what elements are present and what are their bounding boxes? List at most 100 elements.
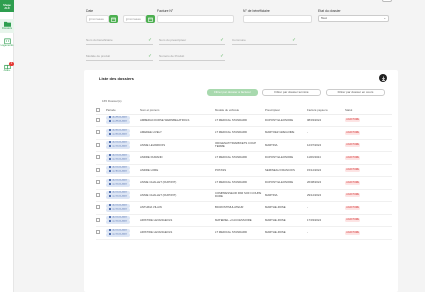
name-cell[interactable]: ARISTIDE LEVANGEOLS [140, 214, 215, 227]
prescripteur-cell: MARTHE-ROSE [265, 214, 307, 227]
name-cell[interactable]: AMEDEE LIVELY [140, 126, 215, 140]
modele-produit-placeholder: Modèle de produit [86, 54, 111, 58]
table-row[interactable]: du 06-01-2024 au 06-02-2024 AMEDEE LIVELY L… [96, 126, 392, 140]
row-checkbox[interactable] [96, 130, 100, 135]
name-cell[interactable]: ANDRE DURAND [140, 151, 215, 165]
table-row[interactable]: du 01-01-2024 au 31-01-2024 ANNIE CHALLET … [96, 176, 392, 190]
period-to-badge: au 31-01-2024 [106, 182, 130, 187]
prescripteur-cell: MARTHE-ROSE [265, 226, 307, 240]
period-to-text: au 31-01-2024 [112, 221, 127, 224]
model-cell: LT MEDICAL STANDARD [215, 151, 265, 165]
nom-beneficiaire-field[interactable]: Nom du bénéficiaire ✓ [86, 36, 153, 45]
row-checkbox[interactable] [96, 155, 100, 160]
prescripteur-cell: MARTINA [265, 139, 307, 152]
period-cell: du 01-01-2024 au 31-01-2024 [106, 176, 140, 190]
row-checkbox[interactable] [96, 180, 100, 185]
name-cell[interactable]: ANDRE LORE [140, 164, 215, 177]
top-action-button[interactable] [382, 0, 392, 2]
prescripteur-cell: DUPONT ELEONORE [265, 176, 307, 190]
row-select-cell [96, 151, 106, 165]
download-button[interactable] [379, 74, 387, 82]
calendar-icon [111, 17, 116, 22]
date-to-calendar-button[interactable] [146, 15, 155, 23]
column-header[interactable]: Statut [345, 107, 392, 115]
status-cell: A FACTURE [345, 226, 392, 240]
check-icon: ✓ [148, 37, 152, 42]
tab-en-cours[interactable]: Filtrer par dossier en cours [326, 89, 385, 96]
etat-select[interactable]: Tout ⌄ [318, 15, 389, 22]
column-header[interactable]: Facturé payée le [307, 107, 345, 115]
period-from-badge: du 01-01-2024 [106, 178, 130, 183]
prescripteur-cell: MARTHE-ROSE [265, 201, 307, 215]
period-from-text: du 01-01-2024 [112, 179, 127, 182]
paid-date-cell: 12/07/2024 [307, 139, 345, 152]
row-select-cell [96, 176, 106, 190]
table-row[interactable]: du 01-01-2024 au 31-01-2024 ANNIE LEVARDOI… [96, 139, 392, 152]
etat-label: Etat du dossier [318, 9, 341, 13]
model-cell: POTASS [215, 164, 265, 177]
period-cell: du 01-01-2024 au 31-01-2024 [106, 214, 140, 227]
table-row[interactable]: du 01-01-2024 au 31-01-2024 ARISTIDE LEVAN… [96, 214, 392, 227]
prescripteur-cell: MARTOEZ GREGOIRE [265, 126, 307, 140]
sidebar-item-logements[interactable]: Logements [0, 38, 14, 50]
dossiers-table: Période Nom et prénom Modèle du véhicule… [96, 107, 392, 240]
nom-prescripteur-placeholder: Nom du prescripteur [159, 38, 187, 42]
period-to-text: au 31-01-2024 [112, 146, 127, 149]
table-row[interactable]: du 01-01-2024 au 31-01-2024 ARISTIDE LEVAN… [96, 226, 392, 240]
app-logo[interactable]: Shape ALD [0, 0, 14, 12]
status-cell: A FACTURE [345, 151, 392, 165]
beneficiaire-number-label: N° de bénéficiaire [243, 9, 270, 13]
date-to-input[interactable]: jj/mm/aaaa [123, 15, 146, 23]
column-header[interactable]: Période [106, 107, 140, 115]
nom-prescripteur-field[interactable]: Nom du prescripteur ✓ [159, 36, 225, 45]
modele-produit-field[interactable]: Modèle de produit ✓ [86, 52, 153, 61]
column-header[interactable]: Nom et prénom [140, 107, 215, 115]
beneficiaire-number-input[interactable] [243, 15, 312, 23]
period-to-badge: au 31-01-2024 [106, 207, 130, 212]
sidebar-item-aide[interactable]: 1 Aide+ [0, 62, 14, 75]
period-cell: du 28-01-2024 au 28-02-2024 [106, 114, 140, 127]
table-row[interactable]: du 01-01-2024 au 31-01-2024 ANDRE DURAND LT… [96, 151, 392, 165]
date-from-input[interactable]: jj/mm/aaaa [86, 15, 109, 23]
numero-produit-field[interactable]: Numéro de Produit ✓ [159, 52, 225, 61]
status-badge: A FACTURE [345, 143, 361, 148]
date-from-calendar-button[interactable] [109, 15, 118, 23]
select-all-checkbox[interactable] [96, 107, 100, 112]
row-checkbox[interactable] [96, 230, 100, 235]
table-row[interactable]: du 01-01-2024 au 31-01-2024 ANNIE CHALLET … [96, 189, 392, 202]
period-to-text: au 28-02-2024 [112, 121, 127, 124]
name-cell[interactable]: ANNIE CHALLET (DUPONT) [140, 176, 215, 190]
period-to-badge: au 30-01-2024 [106, 170, 130, 175]
paid-date-cell: 29/12/2024 [307, 189, 345, 202]
model-cell: ODIGENAT/TRIAIBIKETS COUP TERME [215, 139, 265, 152]
row-select-cell [96, 139, 106, 152]
sidebar-item-dossiers[interactable]: Dossiers [0, 19, 14, 33]
column-header[interactable]: Prescripteur [265, 107, 307, 115]
commune-field[interactable]: Commune ✓ [232, 36, 297, 45]
row-checkbox[interactable] [96, 117, 100, 122]
facture-input[interactable] [157, 15, 234, 23]
table-row[interactable]: du 01-01-2024 au 31-01-2024 ANTHINA VILAIN… [96, 201, 392, 215]
check-icon: ✓ [148, 53, 152, 58]
row-select-cell [96, 114, 106, 127]
tab-termine[interactable]: Filtrer par dossier terminé [262, 89, 321, 96]
table-row[interactable]: du 28-01-2024 au 28-02-2024 AMBERACOURSE W… [96, 114, 392, 127]
name-cell[interactable]: ANTHINA VILAIN [140, 201, 215, 215]
row-select-cell [96, 226, 106, 240]
row-checkbox[interactable] [96, 142, 100, 147]
name-cell[interactable]: AMBERACOURSE WERNBELATROLS [140, 114, 215, 127]
table-row[interactable]: du 01-01-2024 au 30-01-2024 ANDRE LORE POTA… [96, 164, 392, 177]
app: Shape ALD Dossiers Logements 1 Aide+ Dat… [0, 0, 425, 292]
model-cell: LT MEDICAL STANDARD [215, 226, 265, 240]
main-content: Date jj/mm/aaaa jj/mm/aaaa Facture N° N°… [14, 0, 425, 292]
period-from-text: du 01-01-2024 [112, 229, 127, 232]
name-cell[interactable]: ARISTIDE LEVANGEOLS [140, 226, 215, 240]
name-cell[interactable]: ANNIE LEVARDOIS [140, 139, 215, 152]
row-checkbox[interactable] [96, 192, 100, 197]
tab-a-facturer[interactable]: Filtrer par dossier à facturer [207, 89, 258, 96]
row-checkbox[interactable] [96, 217, 100, 222]
name-cell[interactable]: ANNIE CHALLET (DUPONT) [140, 189, 215, 202]
column-header[interactable]: Modèle du véhicule [215, 107, 265, 115]
row-checkbox[interactable] [96, 167, 100, 172]
row-checkbox[interactable] [96, 205, 100, 210]
